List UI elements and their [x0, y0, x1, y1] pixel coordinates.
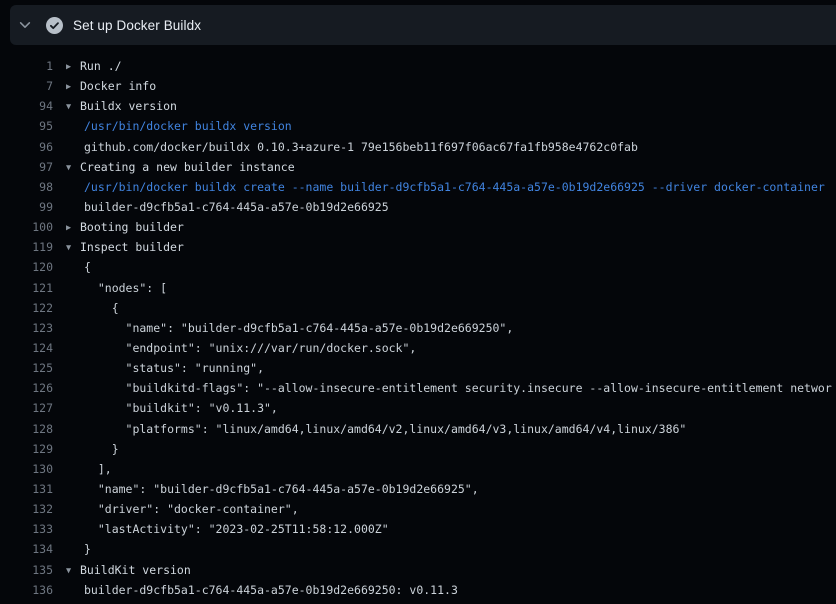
log-row-line-130: 130 ],	[0, 459, 836, 479]
group-collapsed-arrow-icon[interactable]: ▶	[66, 77, 80, 96]
group-expanded-arrow-icon[interactable]: ▼	[66, 561, 80, 580]
group-collapsed-arrow-icon[interactable]: ▶	[66, 57, 80, 76]
step-header[interactable]: Set up Docker Buildx	[10, 5, 836, 45]
log-text: Buildx version	[80, 96, 177, 116]
log-text: "nodes": [	[84, 278, 167, 298]
line-number[interactable]: 128	[0, 419, 53, 439]
log-row-line-123: 123 "name": "builder-d9cfb5a1-c764-445a-…	[0, 318, 836, 338]
line-number[interactable]: 126	[0, 378, 53, 398]
log-row-line-133: 133 "lastActivity": "2023-02-25T11:58:12…	[0, 519, 836, 539]
log-text: "name": "builder-d9cfb5a1-c764-445a-a57e…	[84, 318, 513, 338]
line-number[interactable]: 99	[0, 197, 53, 217]
log-text: "buildkit": "v0.11.3",	[84, 398, 278, 418]
log-row-line-99: 99 builder-d9cfb5a1-c764-445a-a57e-0b19d…	[0, 197, 836, 217]
log-text: "name": "builder-d9cfb5a1-c764-445a-a57e…	[84, 479, 479, 499]
log-text: "status": "running",	[84, 358, 264, 378]
log-row-line-7[interactable]: 7 ▶Docker info	[0, 76, 836, 96]
log-text: Booting builder	[80, 217, 184, 237]
line-number[interactable]: 97	[0, 157, 53, 177]
log-text: ],	[84, 459, 112, 479]
log-text: {	[84, 298, 119, 318]
log-row-line-95: 95 /usr/bin/docker buildx version	[0, 116, 836, 136]
group-expanded-arrow-icon[interactable]: ▼	[66, 238, 80, 257]
log-row-line-97[interactable]: 97 ▼Creating a new builder instance	[0, 157, 836, 177]
log-row-line-129: 129 }	[0, 439, 836, 459]
log-text: builder-d9cfb5a1-c764-445a-a57e-0b19d2e6…	[84, 197, 389, 217]
log-row-line-96: 96 github.com/docker/buildx 0.10.3+azure…	[0, 137, 836, 157]
log-row-line-98: 98 /usr/bin/docker buildx create --name …	[0, 177, 836, 197]
log-text: github.com/docker/buildx 0.10.3+azure-1 …	[84, 137, 638, 157]
log-text: "endpoint": "unix:///var/run/docker.sock…	[84, 338, 416, 358]
log-row-line-134: 134 }	[0, 539, 836, 559]
line-number[interactable]: 100	[0, 217, 53, 237]
check-circle-icon	[46, 17, 63, 34]
line-number[interactable]: 119	[0, 237, 53, 257]
log-row-line-135[interactable]: 135 ▼BuildKit version	[0, 560, 836, 580]
log-row-line-1[interactable]: 1 ▶Run ./	[0, 56, 836, 76]
log-row-line-136: 136 builder-d9cfb5a1-c764-445a-a57e-0b19…	[0, 580, 836, 600]
log-text: Creating a new builder instance	[80, 157, 295, 177]
line-number[interactable]: 132	[0, 499, 53, 519]
log-text: {	[84, 257, 91, 277]
log-row-line-100[interactable]: 100 ▶Booting builder	[0, 217, 836, 237]
line-number[interactable]: 124	[0, 338, 53, 358]
log-row-line-121: 121 "nodes": [	[0, 278, 836, 298]
line-number[interactable]: 123	[0, 318, 53, 338]
line-number[interactable]: 98	[0, 177, 53, 197]
chevron-down-icon[interactable]	[16, 18, 34, 32]
line-number[interactable]: 120	[0, 257, 53, 277]
line-number[interactable]: 122	[0, 298, 53, 318]
line-number[interactable]: 135	[0, 560, 53, 580]
line-number[interactable]: 1	[0, 56, 53, 76]
line-number[interactable]: 125	[0, 358, 53, 378]
log-text: /usr/bin/docker buildx version	[84, 116, 292, 136]
log-row-line-132: 132 "driver": "docker-container",	[0, 499, 836, 519]
line-number[interactable]: 130	[0, 459, 53, 479]
line-number[interactable]: 94	[0, 96, 53, 116]
line-number[interactable]: 131	[0, 479, 53, 499]
log-text: }	[84, 539, 91, 559]
actions-log-viewer: Set up Docker Buildx 1 ▶Run ./ 7 ▶Docker…	[0, 0, 836, 604]
log-row-line-125: 125 "status": "running",	[0, 358, 836, 378]
log-text: }	[84, 439, 119, 459]
line-number[interactable]: 134	[0, 539, 53, 559]
line-number[interactable]: 95	[0, 116, 53, 136]
group-collapsed-arrow-icon[interactable]: ▶	[66, 218, 80, 237]
log-text: "buildkitd-flags": "--allow-insecure-ent…	[84, 378, 832, 398]
line-number[interactable]: 96	[0, 137, 53, 157]
log-text: "driver": "docker-container",	[84, 499, 299, 519]
group-expanded-arrow-icon[interactable]: ▼	[66, 158, 80, 177]
log-text: Inspect builder	[80, 237, 184, 257]
log-row-line-119[interactable]: 119 ▼Inspect builder	[0, 237, 836, 257]
log-row-line-122: 122 {	[0, 298, 836, 318]
log-row-line-120: 120 {	[0, 257, 836, 277]
log-text: Docker info	[80, 76, 156, 96]
log-text: "lastActivity": "2023-02-25T11:58:12.000…	[84, 519, 389, 539]
line-number[interactable]: 136	[0, 580, 53, 600]
log-row-line-127: 127 "buildkit": "v0.11.3",	[0, 398, 836, 418]
log-row-line-126: 126 "buildkitd-flags": "--allow-insecure…	[0, 378, 836, 398]
log-text: builder-d9cfb5a1-c764-445a-a57e-0b19d2e6…	[84, 580, 458, 600]
log-text: "platforms": "linux/amd64,linux/amd64/v2…	[84, 419, 686, 439]
line-number[interactable]: 129	[0, 439, 53, 459]
line-number[interactable]: 121	[0, 278, 53, 298]
line-number[interactable]: 133	[0, 519, 53, 539]
log-text: /usr/bin/docker buildx create --name bui…	[84, 177, 825, 197]
group-expanded-arrow-icon[interactable]: ▼	[66, 97, 80, 116]
log-row-line-128: 128 "platforms": "linux/amd64,linux/amd6…	[0, 419, 836, 439]
log-text: Run ./	[80, 56, 122, 76]
line-number[interactable]: 127	[0, 398, 53, 418]
line-number[interactable]: 7	[0, 76, 53, 96]
log-text: BuildKit version	[80, 560, 191, 580]
log-row-line-94[interactable]: 94 ▼Buildx version	[0, 96, 836, 116]
log-row-line-131: 131 "name": "builder-d9cfb5a1-c764-445a-…	[0, 479, 836, 499]
log-row-line-124: 124 "endpoint": "unix:///var/run/docker.…	[0, 338, 836, 358]
log-lines: 1 ▶Run ./ 7 ▶Docker info 94 ▼Buildx vers…	[0, 45, 836, 600]
step-title: Set up Docker Buildx	[73, 18, 201, 33]
